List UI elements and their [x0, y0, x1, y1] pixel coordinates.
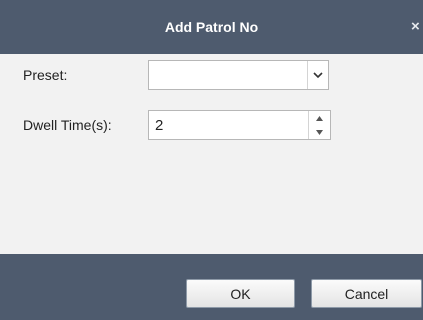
- dwell-time-input[interactable]: [149, 111, 307, 139]
- cancel-button[interactable]: Cancel: [311, 279, 422, 308]
- ok-button[interactable]: OK: [186, 279, 295, 308]
- preset-select[interactable]: [148, 60, 329, 90]
- dwell-time-stepper[interactable]: [148, 110, 331, 140]
- dialog-title: Add Patrol No: [164, 19, 259, 35]
- chevron-up-icon[interactable]: [309, 111, 330, 125]
- add-patrol-dialog: Add Patrol No × Preset: Dwell Time(s): O…: [0, 0, 423, 320]
- chevron-down-icon[interactable]: [308, 61, 328, 89]
- close-icon[interactable]: ×: [411, 17, 423, 37]
- dwell-time-label: Dwell Time(s):: [23, 117, 112, 133]
- preset-select-value: [155, 61, 305, 89]
- chevron-down-icon[interactable]: [309, 125, 330, 139]
- preset-label: Preset:: [23, 67, 68, 83]
